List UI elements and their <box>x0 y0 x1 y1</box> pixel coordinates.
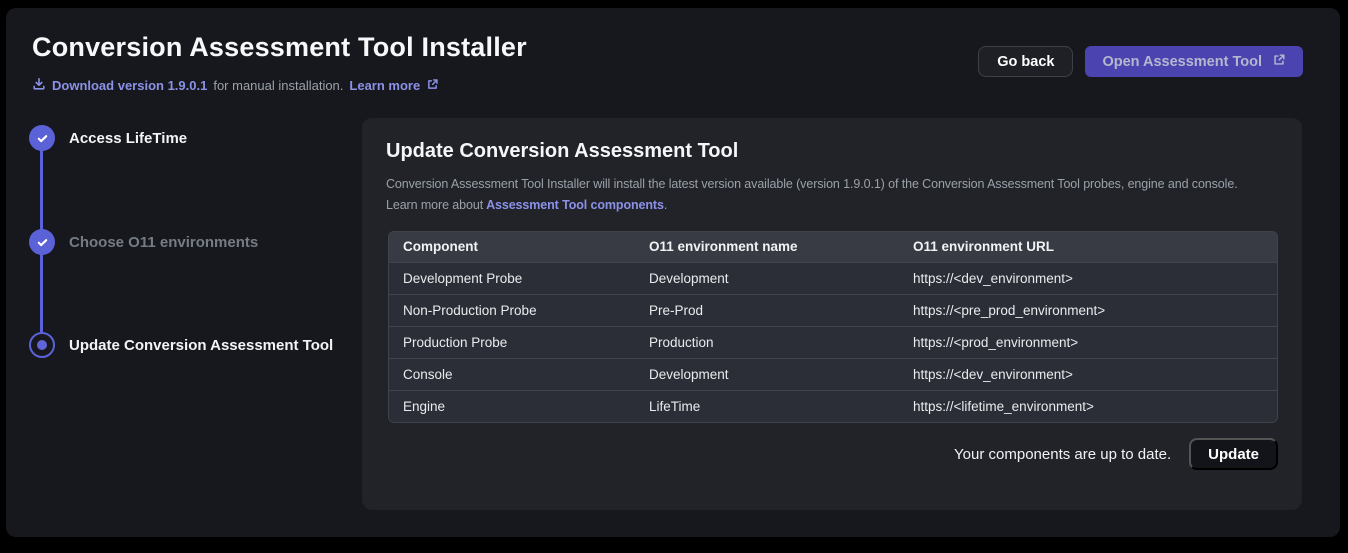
cell-component: Console <box>389 357 635 390</box>
step-check-icon <box>29 125 55 151</box>
step-label: Access LifeTime <box>69 129 188 147</box>
cell-component: Engine <box>389 389 635 422</box>
external-link-icon <box>1272 53 1286 71</box>
download-version-link[interactable]: Download version 1.9.0.1 <box>52 78 207 93</box>
cell-env-name: Development <box>635 261 899 294</box>
open-assessment-tool-label: Open Assessment Tool <box>1102 53 1262 70</box>
cell-env-url: https://<prod_environment> <box>899 325 1277 358</box>
column-header-env-name: O11 environment name <box>635 232 899 262</box>
download-line: Download version 1.9.0.1 for manual inst… <box>32 77 439 94</box>
cell-env-name: Pre-Prod <box>635 293 899 326</box>
table-row: Production Probe Production https://<pro… <box>389 325 1277 358</box>
panel-description-line1: Conversion Assessment Tool Installer wil… <box>386 177 1238 191</box>
table-row: Non-Production Probe Pre-Prod https://<p… <box>389 293 1277 326</box>
cell-env-name: Production <box>635 325 899 358</box>
column-header-component: Component <box>389 232 635 262</box>
download-icon <box>32 77 46 94</box>
page-title: Conversion Assessment Tool Installer <box>32 32 527 62</box>
cell-env-url: https://<pre_prod_environment> <box>899 293 1277 326</box>
page: { "header": { "title": "Conversion Asses… <box>0 0 1348 553</box>
app-window: Conversion Assessment Tool Installer Dow… <box>6 8 1340 537</box>
panel-description-line2-suffix: . <box>663 198 668 212</box>
status-text: Your components are up to date. <box>954 445 1172 463</box>
panel-description: Conversion Assessment Tool Installer wil… <box>386 174 1278 216</box>
step-check-icon <box>29 229 55 255</box>
cell-env-name: LifeTime <box>635 389 899 422</box>
assessment-tool-components-link[interactable]: Assessment Tool components <box>486 198 664 212</box>
table-row: Development Probe Development https://<d… <box>389 261 1277 294</box>
stepper-step-access-lifetime[interactable]: Access LifeTime <box>29 125 187 151</box>
step-label: Choose O11 environments <box>69 233 259 251</box>
external-link-icon[interactable] <box>426 78 439 94</box>
panel-description-line2: Learn more about Assessment Tool componen… <box>386 195 1278 216</box>
cell-env-url: https://<dev_environment> <box>899 261 1277 294</box>
stepper-step-choose-o11-environments[interactable]: Choose O11 environments <box>29 229 258 255</box>
update-button[interactable]: Update <box>1189 438 1278 470</box>
go-back-button[interactable]: Go back <box>978 46 1074 77</box>
cell-component: Production Probe <box>389 325 635 358</box>
learn-more-link[interactable]: Learn more <box>349 78 420 93</box>
stepper-step-update-tool[interactable]: Update Conversion Assessment Tool <box>29 332 333 358</box>
table-row: Engine LifeTime https://<lifetime_enviro… <box>389 389 1277 422</box>
header-actions: Go back Open Assessment Tool <box>978 46 1303 77</box>
panel-title: Update Conversion Assessment Tool <box>386 140 739 162</box>
components-table: Component O11 environment name O11 envir… <box>388 231 1278 423</box>
table-row: Console Development https://<dev_environ… <box>389 357 1277 390</box>
table-header-row: Component O11 environment name O11 envir… <box>389 232 1277 262</box>
download-text: for manual installation. <box>213 78 344 93</box>
panel-description-line2-prefix: Learn more about <box>386 198 484 212</box>
cell-env-name: Development <box>635 357 899 390</box>
panel-footer: Your components are up to date. Update <box>386 438 1278 470</box>
cell-env-url: https://<dev_environment> <box>899 357 1277 390</box>
step-label: Update Conversion Assessment Tool <box>69 336 334 354</box>
cell-component: Development Probe <box>389 261 635 294</box>
cell-env-url: https://<lifetime_environment> <box>899 389 1277 422</box>
update-panel: Update Conversion Assessment Tool Conver… <box>362 118 1302 510</box>
cell-component: Non-Production Probe <box>389 293 635 326</box>
column-header-env-url: O11 environment URL <box>899 232 1277 262</box>
open-assessment-tool-button[interactable]: Open Assessment Tool <box>1085 46 1303 77</box>
step-current-dot <box>37 340 47 350</box>
step-current-icon <box>29 332 55 358</box>
